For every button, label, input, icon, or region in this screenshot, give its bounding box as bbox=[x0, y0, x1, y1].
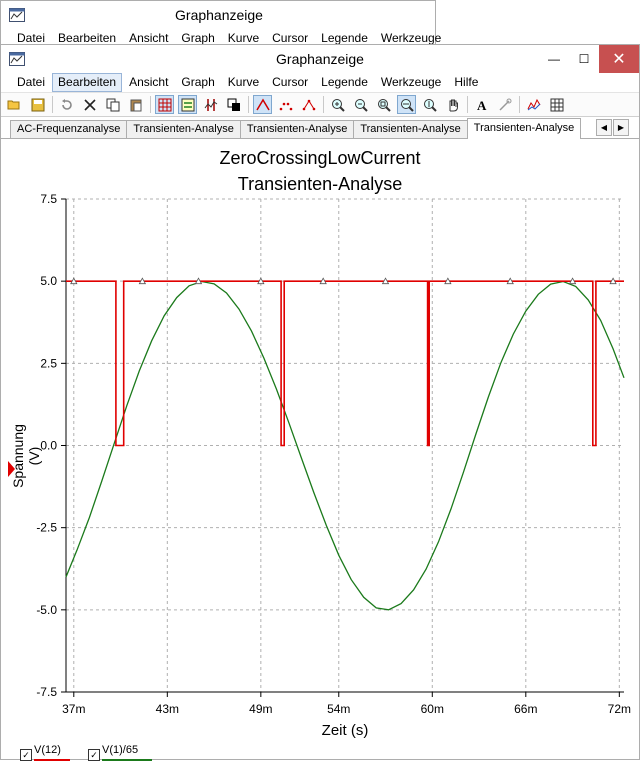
y-tick-label: -5.0 bbox=[36, 603, 57, 617]
y-tick-label: 0.0 bbox=[40, 439, 57, 453]
x-tick-label: 49m bbox=[249, 702, 272, 716]
legend-item-v1[interactable]: ✓ V(1)/65 bbox=[88, 744, 152, 761]
x-tick-label: 72m bbox=[608, 702, 631, 716]
legend-label-v1: V(1)/65 bbox=[102, 744, 139, 756]
y-cursor-marker-icon[interactable] bbox=[8, 461, 15, 477]
y-tick-label: 2.5 bbox=[40, 356, 57, 370]
y-tick-label: 7.5 bbox=[40, 192, 57, 206]
y-tick-label: -7.5 bbox=[36, 685, 57, 699]
x-tick-label: 66m bbox=[514, 702, 537, 716]
x-tick-label: 37m bbox=[62, 702, 85, 716]
y-axis-label: Spannung (V) bbox=[10, 424, 42, 488]
legend-checkbox-v12[interactable]: ✓ bbox=[20, 749, 32, 761]
x-tick-label: 43m bbox=[156, 702, 179, 716]
plot-area[interactable]: 37m 43m 49m 54m 60m 66m 72m 7.5 5.0 2.5 0.0 -2.5 -5.… bbox=[0, 0, 640, 760]
x-axis-label: Zeit (s) bbox=[321, 722, 369, 739]
legend-checkbox-v1[interactable]: ✓ bbox=[88, 749, 100, 761]
y-tick-label: -2.5 bbox=[36, 521, 57, 535]
x-tick-label: 60m bbox=[421, 702, 444, 716]
legend-item-v12[interactable]: ✓ V(12) bbox=[20, 744, 70, 761]
y-tick-label: 5.0 bbox=[40, 274, 57, 288]
legend-label-v12: V(12) bbox=[34, 744, 61, 756]
x-tick-label: 54m bbox=[327, 702, 350, 716]
